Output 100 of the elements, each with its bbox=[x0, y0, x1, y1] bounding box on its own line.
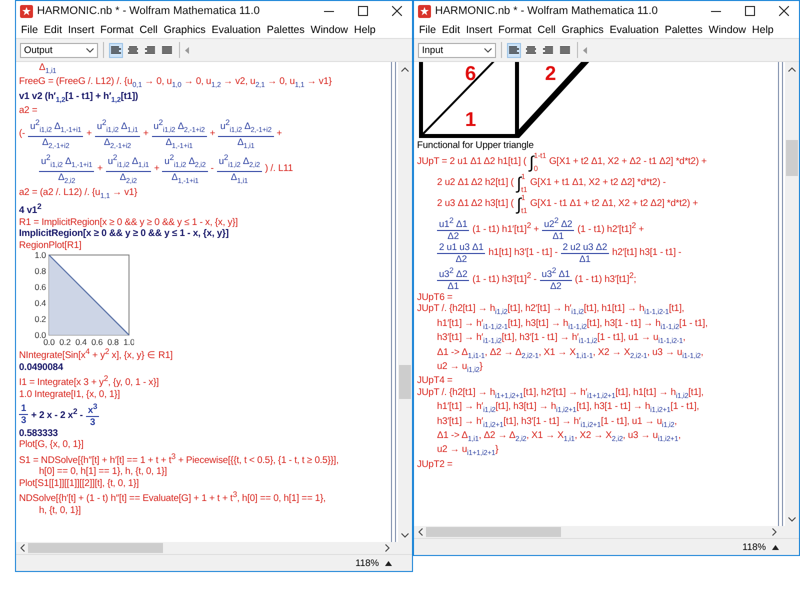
close-icon[interactable] bbox=[392, 6, 402, 16]
math-text: 2 u2 Δ1 Δ2 h2[t1] ( bbox=[437, 177, 514, 189]
input-line: Δ$_{1,i1}$ bbox=[38, 62, 58, 76]
tick-label: 0.2 bbox=[59, 337, 71, 348]
maximize-icon[interactable] bbox=[745, 6, 755, 16]
math-text: (1 - t1) h2′[t1]$^{2}$ + bbox=[577, 220, 644, 236]
style-dropdown[interactable]: Input bbox=[418, 42, 496, 58]
menu-item[interactable]: File bbox=[416, 24, 439, 36]
horizontal-scrollbar[interactable] bbox=[16, 542, 412, 554]
region-label: 2 bbox=[545, 63, 556, 85]
math-text: + bbox=[97, 163, 103, 175]
input-line: Plot[S1[[1]][[1]][[2]][t], {t, 0, 1}] bbox=[19, 478, 140, 490]
menu-item[interactable]: Edit bbox=[40, 24, 66, 36]
fraction-numerator: u$^{2}$$_{i1,i2}$ Δ$_{2,-1+i2}$ bbox=[152, 116, 207, 137]
fraction-numerator: 2 u1 u3 Δ1 bbox=[437, 242, 486, 254]
math-text: + bbox=[86, 128, 92, 140]
menu-item[interactable]: Format bbox=[495, 24, 535, 36]
fraction-numerator: u$^{2}$$_{i1,i2}$ Δ$_{2,i2}$ bbox=[216, 152, 262, 172]
menu-item[interactable]: Window bbox=[706, 24, 750, 36]
menu-item[interactable]: Palettes bbox=[662, 24, 706, 36]
menu-item[interactable]: Palettes bbox=[264, 24, 308, 36]
math-text: G[X1 + t1 Δ1, X2 + t2 Δ2] *d*t2) - bbox=[530, 177, 666, 189]
output-line: 4 v1$^{2}$ bbox=[19, 201, 42, 217]
align-button[interactable] bbox=[507, 42, 521, 58]
menu-item[interactable]: Insert bbox=[65, 24, 98, 36]
triangle-icon[interactable] bbox=[185, 46, 190, 54]
zoom-level[interactable]: 118% bbox=[742, 542, 766, 552]
fraction-denominator: Δ$_{2,-1+i2}$ bbox=[41, 136, 70, 152]
input-line: R1 = ImplicitRegion[x ≥ 0 && y ≥ 0 && y ≤ 1 - x, {x, y}] bbox=[19, 216, 239, 228]
menu-item[interactable]: Help bbox=[749, 24, 777, 36]
output-line: ImplicitRegion[x ≥ 0 && y ≥ 0 && y ≤ 1 - x, {x, y}] bbox=[19, 228, 230, 240]
menu-item[interactable]: Cell bbox=[136, 24, 161, 36]
window-title: HARMONIC.nb * - Wolfram Mathematica 11.0 bbox=[37, 5, 261, 17]
input-line: h[0] == 0, h[1] == 1}, h, {t, 0, 1}] bbox=[38, 466, 168, 478]
fraction-numerator: u$^{2}$$_{i1,i2}$ Δ$_{2,-1+i2}$ bbox=[218, 116, 274, 137]
horizontal-scrollbar[interactable] bbox=[414, 526, 799, 538]
math-text: h1[t1] h3′[1 - t1] - bbox=[488, 247, 558, 259]
input-line: JUpT6 = bbox=[417, 292, 454, 304]
menu-item[interactable]: Edit bbox=[438, 24, 464, 36]
tick-label: 0.0 bbox=[43, 337, 55, 348]
menu-item[interactable]: Insert bbox=[463, 24, 496, 36]
vertical-scrollbar[interactable] bbox=[398, 62, 412, 542]
menu-item[interactable]: Evaluation bbox=[208, 24, 264, 36]
integral-sign: ∫ bbox=[529, 152, 534, 172]
input-line: NDSolve[{h′[t] + (1 - t) h″[t] == Evaluate[G] + 1 + t + t$^{3}$, h[0] == 0, h[1] == 1}, bbox=[19, 489, 327, 506]
align-button[interactable] bbox=[109, 42, 123, 58]
close-icon[interactable] bbox=[779, 6, 789, 16]
scrollbar-thumb[interactable] bbox=[786, 140, 798, 176]
math-text: + bbox=[154, 163, 160, 175]
menu-item[interactable]: Window bbox=[308, 24, 352, 36]
up-triangle-icon[interactable] bbox=[385, 560, 392, 566]
tick-label: 0.6 bbox=[34, 282, 46, 292]
menu-item[interactable]: Evaluation bbox=[606, 24, 662, 36]
fraction-numerator: u3$^{2}$ Δ1 bbox=[540, 264, 572, 281]
vertical-scrollbar[interactable] bbox=[785, 62, 799, 526]
align-icon bbox=[560, 46, 570, 54]
math-text: (1 - t1) h3′[t1]$^{2}$; bbox=[574, 270, 636, 286]
input-line: JUpT4 = bbox=[417, 375, 454, 387]
align-icon bbox=[128, 46, 138, 54]
input-line: I1 = Integrate[x 3 + y$^{2}$, {y, 0, 1 - x}] bbox=[19, 373, 160, 390]
tick-label: 0.4 bbox=[75, 337, 87, 348]
align-icon bbox=[543, 46, 553, 54]
maximize-icon[interactable] bbox=[358, 6, 368, 16]
fraction-numerator: u$^{2}$$_{i1,i2}$ Δ$_{1,-1+i1}$ bbox=[28, 116, 84, 137]
math-text: - bbox=[210, 163, 214, 175]
fraction-denominator: Δ$_{2,i2}$ bbox=[118, 172, 138, 187]
math-text: h2′[t1] h3[1 - t1] - bbox=[612, 247, 682, 259]
up-triangle-icon[interactable] bbox=[772, 544, 779, 550]
fraction-denominator: Δ$_{1,-1+i1}$ bbox=[164, 136, 194, 152]
input-line: h1′[t1] → h′$_{i1-1,i2-1}$[t1], h3[t1] → h$_{i1-1,i2}$[t1], h3[1 - t1] → h$_{i1-1,i2}$[1 - t1], bbox=[436, 318, 709, 332]
menu-item[interactable]: Help bbox=[351, 24, 379, 36]
tick-label: 0.6 bbox=[91, 337, 103, 348]
fraction-numerator: u1$^{2}$ Δ1 bbox=[437, 214, 470, 231]
menu-item[interactable]: Graphics bbox=[160, 24, 209, 36]
fraction-denominator: Δ$_{1,-1+i1}$ bbox=[170, 172, 200, 187]
input-line: h1′[t1] → h′$_{i1,i2}$[t1], h3[t1] → h$_{i1,i2+1}$[t1], h3[1 - t1] → h$_{i1,i2+1}$[1 - t1], bbox=[436, 401, 700, 416]
tick-label: 1.0 bbox=[34, 250, 46, 260]
align-icon bbox=[145, 46, 155, 54]
menu-item[interactable]: Cell bbox=[534, 24, 559, 36]
window-title: HARMONIC.nb * - Wolfram Mathematica 11.0 bbox=[435, 5, 659, 17]
math-text: (- bbox=[19, 128, 26, 140]
fraction-denominator: Δ2 bbox=[454, 254, 468, 265]
input-line: Δ1 -> Δ$_{1,i1}$, Δ2 → Δ$_{2,i2}$, X1 → X$_{1,i1}$, X2 → X$_{2,i2}$, u3 → u$_{i1,i2+1}$, bbox=[436, 430, 682, 444]
scrollbar-thumb[interactable] bbox=[426, 527, 561, 537]
input-line: a2 = bbox=[19, 105, 38, 117]
zoom-level[interactable]: 118% bbox=[355, 558, 379, 568]
menu-item[interactable]: Format bbox=[97, 24, 137, 36]
triangle-icon[interactable] bbox=[583, 46, 588, 54]
style-dropdown[interactable]: Output bbox=[20, 42, 98, 58]
align-icon bbox=[509, 46, 519, 54]
menu-item[interactable]: File bbox=[18, 24, 41, 36]
math-text: + 2 x - 2 x$^{2}$ - bbox=[31, 406, 83, 422]
math-text: (1 - t1) h1′[t1]$^{2}$ + bbox=[472, 220, 539, 236]
region-label: 1 bbox=[465, 109, 476, 131]
scrollbar-thumb[interactable] bbox=[28, 543, 163, 553]
tick-label: 0.0 bbox=[34, 330, 46, 340]
input-line: Δ1 -> Δ$_{1,i1-1}$, Δ2 → Δ$_{2,i2-1}$, X1 → X$_{1,i1-1}$, X2 → X$_{2,i2-1}$, u3 → u$_{i1-1,i2}$, bbox=[436, 346, 704, 361]
scrollbar-thumb[interactable] bbox=[399, 365, 411, 399]
fraction-denominator: Δ1 bbox=[578, 254, 592, 265]
menu-item[interactable]: Graphics bbox=[558, 24, 607, 36]
